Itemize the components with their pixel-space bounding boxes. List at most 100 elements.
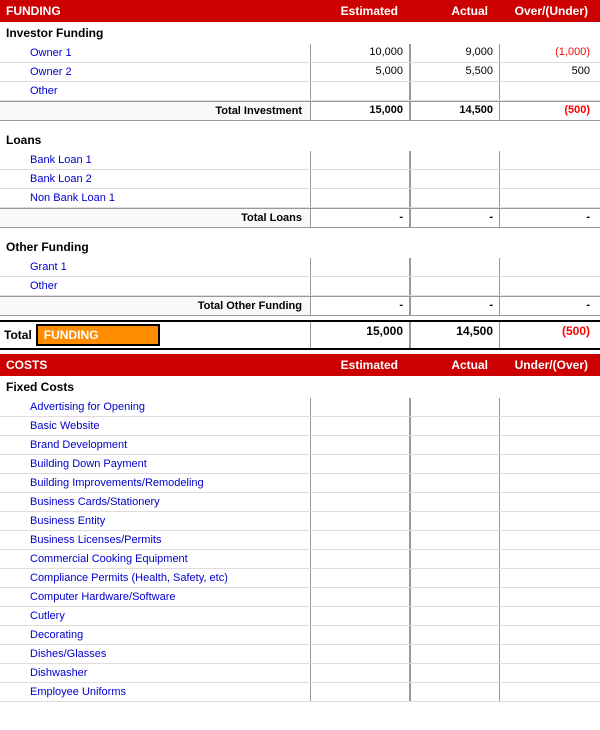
owner1-over-under: (1,000): [500, 44, 600, 62]
table-row: Dishes/Glasses: [0, 645, 600, 664]
fixed-cost-actual: [410, 588, 500, 606]
fixed-cost-item-label: Business Entity: [0, 513, 310, 529]
fixed-cost-item-label: Decorating: [0, 627, 310, 643]
bank-loan1-actual: [410, 151, 500, 169]
grant1-over-under: [500, 258, 600, 276]
non-bank-loan1-over-under: [500, 189, 600, 207]
fixed-cost-estimated: [310, 569, 410, 587]
table-row: Bank Loan 1: [0, 151, 600, 170]
owner1-label: Owner 1: [0, 45, 310, 61]
fixed-cost-actual: [410, 493, 500, 511]
grand-total-actual: 14,500: [410, 322, 500, 348]
fixed-cost-under-over: [500, 588, 600, 606]
fixed-cost-estimated: [310, 531, 410, 549]
funding-title: FUNDING: [6, 4, 304, 18]
total-investment-actual: 14,500: [410, 102, 500, 120]
fixed-cost-under-over: [500, 569, 600, 587]
costs-under-over-header: Under/(Over): [494, 358, 594, 372]
fixed-cost-estimated: [310, 493, 410, 511]
bank-loan2-label: Bank Loan 2: [0, 171, 310, 187]
non-bank-loan1-estimated: [310, 189, 410, 207]
fixed-cost-item-label: Advertising for Opening: [0, 399, 310, 415]
total-loans-estimated: -: [310, 209, 410, 227]
fixed-cost-item-label: Dishwasher: [0, 665, 310, 681]
fixed-cost-item-label: Employee Uniforms: [0, 684, 310, 700]
fixed-cost-under-over: [500, 664, 600, 682]
funding-header: FUNDING Estimated Actual Over/(Under): [0, 0, 600, 22]
fixed-cost-actual: [410, 455, 500, 473]
fixed-cost-item-label: Building Down Payment: [0, 456, 310, 472]
fixed-cost-under-over: [500, 474, 600, 492]
fixed-cost-actual: [410, 626, 500, 644]
total-investment-over-under: (500): [500, 102, 600, 120]
non-bank-loan1-actual: [410, 189, 500, 207]
fixed-cost-under-over: [500, 645, 600, 663]
total-loans-row: Total Loans - - -: [0, 208, 600, 228]
bank-loan2-over-under: [500, 170, 600, 188]
costs-estimated-header: Estimated: [304, 358, 404, 372]
fixed-cost-actual: [410, 664, 500, 682]
owner1-estimated: 10,000: [310, 44, 410, 62]
bank-loan1-label: Bank Loan 1: [0, 152, 310, 168]
costs-actual-header: Actual: [404, 358, 494, 372]
fixed-cost-estimated: [310, 398, 410, 416]
fixed-cost-item-label: Dishes/Glasses: [0, 646, 310, 662]
total-other-over-under: -: [500, 297, 600, 315]
fixed-cost-estimated: [310, 455, 410, 473]
table-row: Computer Hardware/Software: [0, 588, 600, 607]
table-row: Other: [0, 277, 600, 296]
grand-total-estimated: 15,000: [310, 322, 410, 348]
table-row: Business Licenses/Permits: [0, 531, 600, 550]
fixed-cost-item-label: Brand Development: [0, 437, 310, 453]
table-row: Employee Uniforms: [0, 683, 600, 702]
fixed-cost-estimated: [310, 550, 410, 568]
table-row: Grant 1: [0, 258, 600, 277]
table-row: Cutlery: [0, 607, 600, 626]
over-under-col-header: Over/(Under): [494, 4, 594, 18]
table-row: Other: [0, 82, 600, 101]
other-investor-estimated: [310, 82, 410, 100]
total-loans-label: Total Loans: [0, 212, 310, 224]
total-loans-over-under: -: [500, 209, 600, 227]
table-row: Decorating: [0, 626, 600, 645]
total-other-estimated: -: [310, 297, 410, 315]
total-investment-label: Total Investment: [0, 105, 310, 117]
fixed-cost-estimated: [310, 588, 410, 606]
table-row: Advertising for Opening: [0, 398, 600, 417]
fixed-cost-actual: [410, 683, 500, 701]
grand-total-over-under: (500): [500, 322, 600, 348]
other-other-actual: [410, 277, 500, 295]
fixed-cost-actual: [410, 398, 500, 416]
fixed-cost-actual: [410, 474, 500, 492]
total-other-actual: -: [410, 297, 500, 315]
fixed-cost-under-over: [500, 512, 600, 530]
fixed-cost-actual: [410, 550, 500, 568]
total-loans-actual: -: [410, 209, 500, 227]
fixed-cost-estimated: [310, 683, 410, 701]
table-row: Commercial Cooking Equipment: [0, 550, 600, 569]
fixed-cost-item-label: Compliance Permits (Health, Safety, etc): [0, 570, 310, 586]
fixed-cost-item-label: Cutlery: [0, 608, 310, 624]
table-row: Non Bank Loan 1: [0, 189, 600, 208]
fixed-cost-item-label: Basic Website: [0, 418, 310, 434]
grant1-actual: [410, 258, 500, 276]
fixed-cost-actual: [410, 569, 500, 587]
fixed-costs-rows: Advertising for Opening Basic Website Bran…: [0, 398, 600, 702]
costs-title: COSTS: [6, 358, 304, 372]
spreadsheet: FUNDING Estimated Actual Over/(Under) In…: [0, 0, 600, 702]
owner2-estimated: 5,000: [310, 63, 410, 81]
fixed-cost-under-over: [500, 436, 600, 454]
fixed-cost-estimated: [310, 645, 410, 663]
fixed-cost-estimated: [310, 417, 410, 435]
fixed-cost-under-over: [500, 455, 600, 473]
grand-total-label: Total FUNDING: [0, 322, 310, 348]
other-funding-label: Other Funding: [0, 236, 600, 258]
fixed-cost-item-label: Business Cards/Stationery: [0, 494, 310, 510]
fixed-cost-estimated: [310, 512, 410, 530]
fixed-cost-actual: [410, 531, 500, 549]
owner2-label: Owner 2: [0, 64, 310, 80]
fixed-cost-estimated: [310, 626, 410, 644]
fixed-cost-estimated: [310, 607, 410, 625]
bank-loan2-actual: [410, 170, 500, 188]
grant1-estimated: [310, 258, 410, 276]
